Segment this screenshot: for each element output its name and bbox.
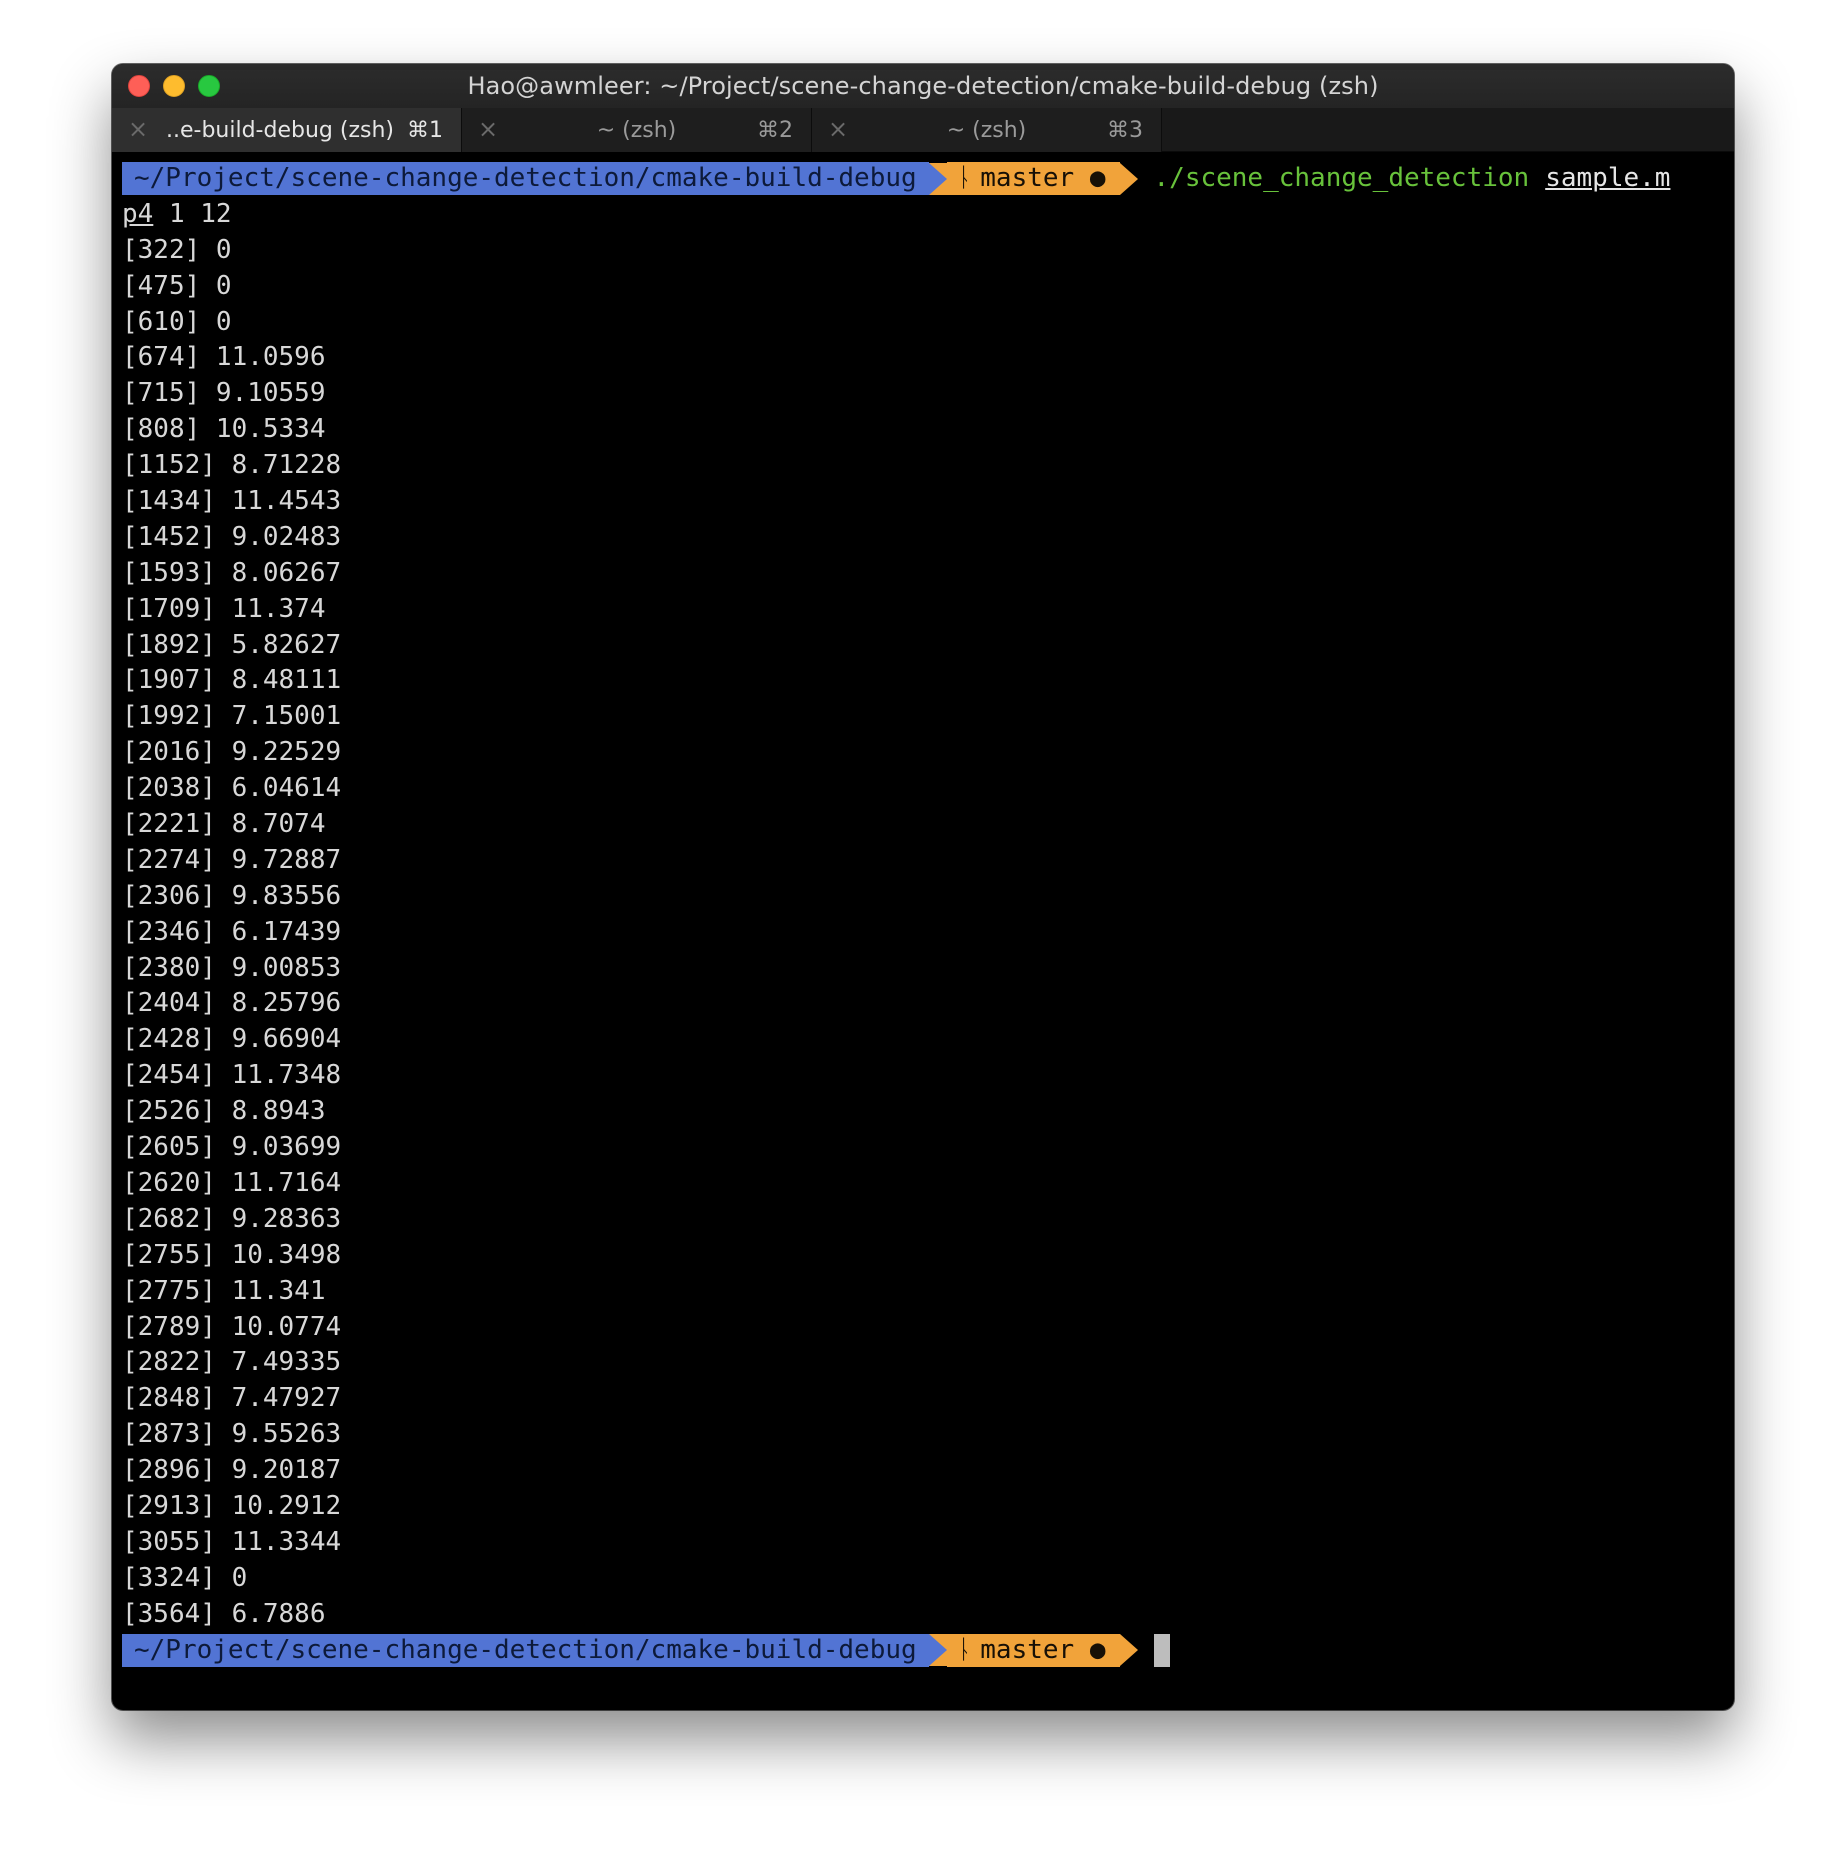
command-text: ./scene_change_detection [1153, 163, 1530, 193]
window-title: Hao@awmleer: ~/Project/scene-change-dete… [467, 72, 1379, 100]
close-icon[interactable]: × [128, 116, 148, 142]
output-line: [2380] 9.00853 [122, 952, 342, 983]
output-text: 1 12 [153, 198, 232, 229]
output-line: [2873] 9.55263 [122, 1419, 342, 1450]
minimize-window-button[interactable] [163, 75, 185, 97]
tab-shortcut: ⌘2 [757, 118, 793, 143]
close-window-button[interactable] [128, 75, 150, 97]
maximize-window-button[interactable] [198, 75, 220, 97]
output-line: p4 1 12 [122, 197, 1724, 233]
output-line: [2346] 6.17439 [122, 916, 342, 947]
prompt-line: ~/Project/scene-change-detection/cmake-b… [122, 1633, 1724, 1669]
window-controls [128, 75, 220, 97]
output-line: [2775] 11.341 [122, 1275, 326, 1306]
output-line: [610] 0 [122, 306, 232, 337]
tab-2[interactable]: × ~ (zsh) ⌘2 [462, 108, 812, 152]
output-line: [1434] 11.4543 [122, 486, 342, 517]
output-line: [2682] 9.28363 [122, 1203, 342, 1234]
prompt-branch: master [980, 1634, 1075, 1665]
output-line: [1452] 9.02483 [122, 521, 342, 552]
command-arg: sample.m [1545, 163, 1671, 193]
output-line: [2620] 11.7164 [122, 1167, 342, 1198]
screenshot-root: Hao@awmleer: ~/Project/scene-change-dete… [0, 0, 1844, 1868]
prompt-branch: master [980, 163, 1075, 194]
output-line: [1152] 8.71228 [122, 450, 342, 481]
output-line: [1709] 11.374 [122, 593, 326, 624]
terminal-content[interactable]: ~/Project/scene-change-detection/cmake-b… [122, 161, 1724, 1668]
output-line: [3564] 6.7886 [122, 1598, 326, 1629]
dirty-indicator-icon: ● [1089, 163, 1106, 194]
text-cursor[interactable] [1153, 1633, 1170, 1667]
output-line: [2454] 11.7348 [122, 1060, 342, 1091]
powerline-separator [1119, 1634, 1138, 1667]
powerline-separator [928, 1634, 947, 1667]
output-line: [2605] 9.03699 [122, 1132, 342, 1163]
prompt-line: ~/Project/scene-change-detection/cmake-b… [122, 161, 1724, 197]
terminal-window: Hao@awmleer: ~/Project/scene-change-dete… [112, 64, 1734, 1710]
dirty-indicator-icon: ● [1089, 1634, 1106, 1665]
output-line: [715] 9.10559 [122, 378, 326, 409]
output-lines: [322] 0 [475] 0 [610] 0 [674] 11.0596 [715] … [122, 233, 1724, 1633]
output-line: [1992] 7.15001 [122, 701, 342, 732]
output-line: [808] 10.5334 [122, 414, 326, 445]
output-line: [2896] 9.20187 [122, 1455, 342, 1486]
wrapped-arg: p4 [122, 198, 154, 229]
output-line: [3055] 11.3344 [122, 1526, 342, 1557]
output-line: [2755] 10.3498 [122, 1239, 342, 1270]
title-bar[interactable]: Hao@awmleer: ~/Project/scene-change-dete… [112, 64, 1734, 108]
output-line: [1593] 8.06267 [122, 557, 342, 588]
powerline-separator [928, 162, 947, 195]
tab-3[interactable]: × ~ (zsh) ⌘3 [812, 108, 1162, 152]
tab-shortcut: ⌘3 [1107, 118, 1143, 143]
output-line: [2526] 8.8943 [122, 1096, 326, 1127]
output-line: [1892] 5.82627 [122, 629, 342, 660]
output-line: [674] 11.0596 [122, 342, 326, 373]
output-line: [2428] 9.66904 [122, 1024, 342, 1055]
prompt-path: ~/Project/scene-change-detection/cmake-b… [122, 1633, 929, 1667]
output-line: [2404] 8.25796 [122, 988, 342, 1019]
output-line: [2221] 8.7074 [122, 809, 326, 840]
branch-icon: ᚿ [956, 163, 973, 194]
tab-1[interactable]: × ..e-build-debug (zsh) ⌘1 [112, 108, 462, 152]
output-line: [2789] 10.0774 [122, 1311, 342, 1342]
output-line: [2016] 9.22529 [122, 737, 342, 768]
prompt-git-segment: ᚿ master ● [946, 1633, 1120, 1667]
output-line: [2274] 9.72887 [122, 844, 342, 875]
output-line: [2038] 6.04614 [122, 773, 342, 804]
powerline-separator [1119, 162, 1138, 195]
prompt-git-segment: ᚿ master ● [946, 162, 1120, 196]
output-line: [475] 0 [122, 270, 232, 301]
output-line: [3324] 0 [122, 1562, 248, 1593]
tab-bar: × ..e-build-debug (zsh) ⌘1 × ~ (zsh) ⌘2 … [112, 108, 1734, 152]
output-line: [2913] 10.2912 [122, 1490, 342, 1521]
output-line: [322] 0 [122, 234, 232, 265]
branch-icon: ᚿ [956, 1634, 973, 1665]
prompt-path: ~/Project/scene-change-detection/cmake-b… [122, 162, 929, 196]
tab-label: ..e-build-debug (zsh) [166, 118, 394, 143]
output-line: [2822] 7.49335 [122, 1347, 342, 1378]
tab-shortcut: ⌘1 [407, 118, 443, 143]
output-line: [1907] 8.48111 [122, 665, 342, 696]
output-line: [2848] 7.47927 [122, 1383, 342, 1414]
output-line: [2306] 9.83556 [122, 880, 342, 911]
